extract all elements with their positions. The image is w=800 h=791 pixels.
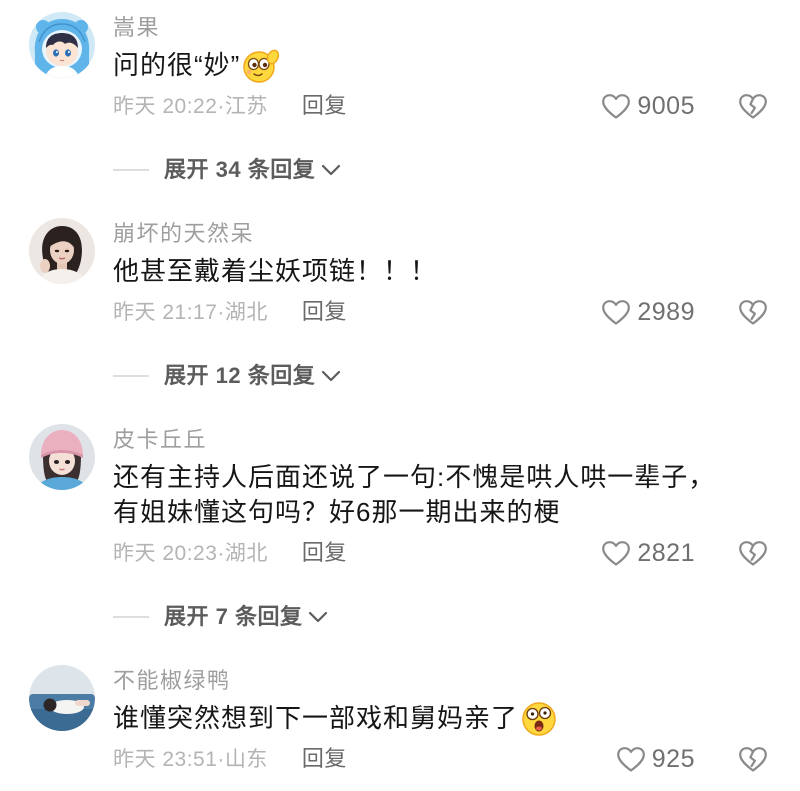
comment-time-location: 昨天 20:23·湖北: [113, 542, 268, 565]
broken-heart-icon: [738, 93, 768, 120]
comment-time-location: 昨天 20:22·江苏: [113, 95, 268, 118]
chevron-down-icon: [308, 611, 328, 623]
comment-item: 皮卡丘丘 还有主持人后面还说了一句:不愧是哄人哄一辈子， 有姐妹懂这句吗？好6那…: [0, 424, 800, 632]
like-count: 9005: [637, 92, 695, 120]
comment-time-location: 昨天 21:17·湖北: [113, 301, 268, 324]
reply-button[interactable]: 回复: [302, 299, 347, 324]
expand-replies-label: 展开 34 条回复: [164, 157, 316, 182]
heart-outline-icon: [601, 299, 637, 326]
expand-replies-label: 展开 12 条回复: [164, 363, 316, 388]
like-count: 2989: [637, 298, 695, 326]
comment-meta-row: 昨天 21:17·湖北 回复 2989: [113, 297, 800, 327]
comment-content: 谁懂突然想到下一部戏和舅妈亲了: [113, 701, 800, 736]
user-avatar[interactable]: [29, 12, 95, 78]
expand-replies-button[interactable]: 展开 12 条回复: [113, 361, 800, 391]
expand-replies-button[interactable]: 展开 7 条回复: [113, 602, 800, 632]
chevron-down-icon: [321, 370, 341, 382]
comment-text: 问的很“妙”: [113, 50, 241, 80]
expand-replies-button[interactable]: 展开 34 条回复: [113, 155, 800, 185]
like-count: 925: [651, 745, 695, 773]
broken-heart-icon: [738, 299, 768, 326]
dislike-button[interactable]: [738, 297, 768, 327]
avatar-image: [29, 12, 95, 78]
like-button[interactable]: 925: [616, 744, 695, 774]
comment-meta-row: 昨天 20:22·江苏 回复 9005: [113, 91, 800, 121]
expand-divider-line: [113, 169, 149, 171]
like-button[interactable]: 2989: [601, 297, 695, 327]
comment-text: 他甚至戴着尘妖项链！！！: [113, 256, 438, 286]
comment-text-line: 还有主持人后面还说了一句:不愧是哄人哄一辈子，: [113, 460, 800, 495]
comment-username[interactable]: 皮卡丘丘: [113, 424, 800, 456]
comment-item: 不能椒绿鸭 谁懂突然想到下一部戏和舅妈亲了 昨天 23:51·山东 回复 925: [0, 665, 800, 774]
comment-content: 还有主持人后面还说了一句:不愧是哄人哄一辈子， 有姐妹懂这句吗？好6那一期出来的…: [113, 460, 800, 530]
comment-meta-row: 昨天 23:51·山东 回复 925: [113, 744, 800, 774]
reply-button[interactable]: 回复: [302, 540, 347, 565]
comment-username[interactable]: 不能椒绿鸭: [113, 665, 800, 697]
comment-username[interactable]: 嵩果: [113, 12, 800, 44]
broken-heart-icon: [738, 746, 768, 773]
like-button[interactable]: 9005: [601, 91, 695, 121]
avatar-image: [29, 424, 95, 490]
user-avatar[interactable]: [29, 424, 95, 490]
avatar-image: [29, 665, 95, 731]
comment-text-line: 有姐妹懂这句吗？好6那一期出来的梗: [113, 495, 800, 530]
like-count: 2821: [637, 539, 695, 567]
comment-text-line: 问的很“妙”: [113, 48, 800, 83]
comment-content: 他甚至戴着尘妖项链！！！: [113, 254, 800, 289]
comment-text: 有姐妹懂这句吗？好6那一期出来的梗: [113, 497, 561, 527]
chevron-down-icon: [321, 164, 341, 176]
expand-replies-label: 展开 7 条回复: [164, 604, 303, 629]
user-avatar[interactable]: [29, 218, 95, 284]
avatar-image: [29, 218, 95, 284]
like-button[interactable]: 2821: [601, 538, 695, 568]
user-avatar[interactable]: [29, 665, 95, 731]
heart-outline-icon: [601, 540, 637, 567]
comment-text-line: 谁懂突然想到下一部戏和舅妈亲了: [113, 701, 800, 736]
comment-text: 谁懂突然想到下一部戏和舅妈亲了: [113, 703, 519, 733]
broken-heart-icon: [738, 540, 768, 567]
reply-button[interactable]: 回复: [302, 93, 347, 118]
comment-text: 还有主持人后面还说了一句:不愧是哄人哄一辈子，: [113, 462, 716, 492]
heart-outline-icon: [616, 746, 652, 773]
comment-item: 嵩果 问的很“妙” 昨天 20:22·江苏 回复 9005 展开 34 条回复: [0, 12, 800, 185]
expand-divider-line: [113, 616, 149, 618]
reply-button[interactable]: 回复: [302, 746, 347, 771]
dislike-button[interactable]: [738, 538, 768, 568]
heart-outline-icon: [601, 93, 637, 120]
expand-divider-line: [113, 375, 149, 377]
dislike-button[interactable]: [738, 91, 768, 121]
comment-text-line: 他甚至戴着尘妖项链！！！: [113, 254, 800, 289]
giggle-face-emoji-icon: [242, 48, 280, 83]
comment-meta-row: 昨天 20:23·湖北 回复 2821: [113, 538, 800, 568]
comment-time-location: 昨天 23:51·山东: [113, 748, 268, 771]
comment-item: 崩坏的天然呆 他甚至戴着尘妖项链！！！ 昨天 21:17·湖北 回复 2989 展…: [0, 218, 800, 391]
dislike-button[interactable]: [738, 744, 768, 774]
comment-content: 问的很“妙”: [113, 48, 800, 83]
comment-username[interactable]: 崩坏的天然呆: [113, 218, 800, 250]
shocked-face-emoji-icon: [520, 701, 558, 736]
comment-list: 嵩果 问的很“妙” 昨天 20:22·江苏 回复 9005 展开 34 条回复 …: [0, 0, 800, 791]
